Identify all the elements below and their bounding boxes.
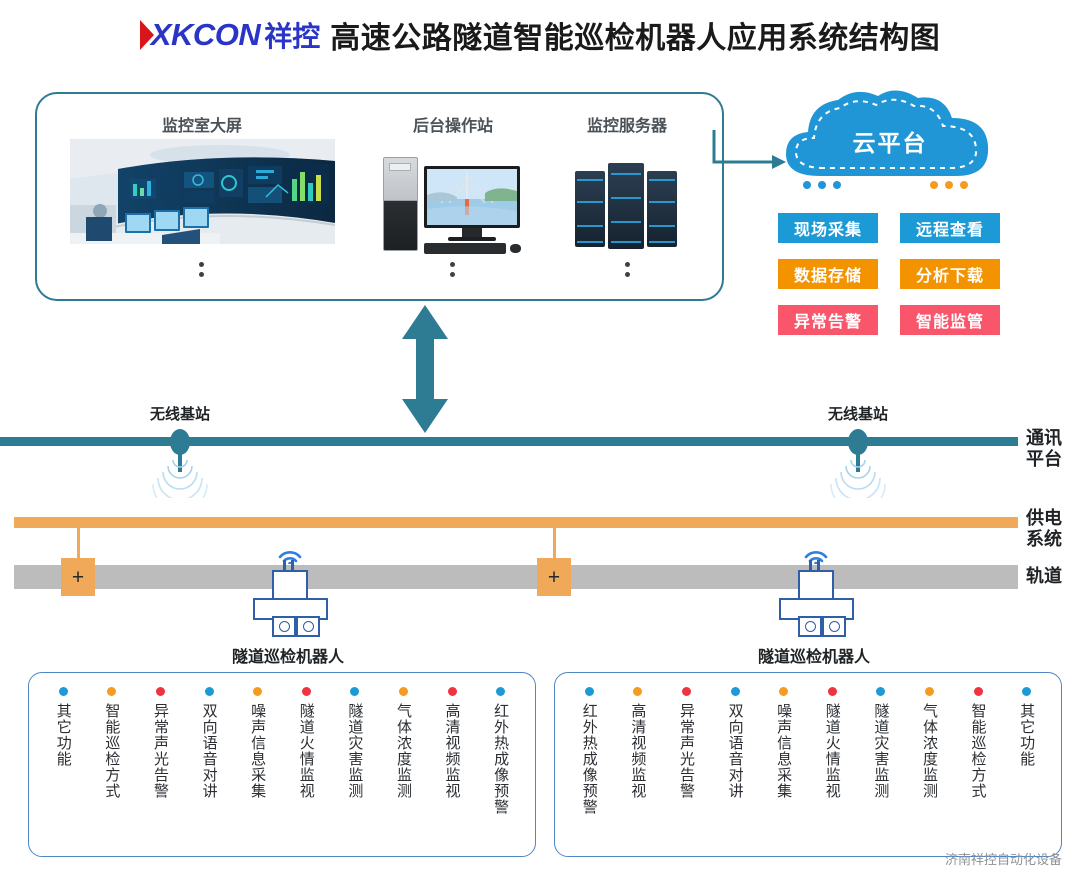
- feature-box-right: 红外热成像预警 高清视频监视 异常声光告警 双向语音对讲 噪声信息采集 隧道火情…: [554, 672, 1062, 857]
- tag-smart-supervision[interactable]: 智能监管: [900, 305, 1000, 335]
- robot-camera-1a: [272, 616, 296, 637]
- feature-item[interactable]: 其它功能: [1008, 687, 1046, 767]
- cloud-platform-label: 云平台: [852, 130, 928, 156]
- tag-data-storage[interactable]: 数据存储: [778, 259, 878, 289]
- track-rail: [14, 565, 1018, 589]
- feature-item[interactable]: 智能巡检方式: [959, 687, 997, 799]
- mouse-icon: [510, 244, 521, 253]
- monitor-base-icon: [448, 237, 496, 241]
- desktop-monitor-icon: [424, 166, 520, 228]
- tower-drive-slot-icon: [389, 163, 411, 171]
- robot-camera-2b: [822, 616, 846, 637]
- feature-dot-icon: [1022, 687, 1032, 696]
- desktop-tower-icon: [383, 157, 418, 251]
- track-rail-label: 轨道: [1026, 566, 1062, 586]
- feature-item[interactable]: 异常声光告警: [667, 687, 705, 799]
- feature-dot-icon: [681, 687, 691, 696]
- feature-item[interactable]: 气体浓度监测: [384, 687, 422, 799]
- feature-box-left: 其它功能 智能巡检方式 异常声光告警 双向语音对讲 噪声信息采集 隧道火情监视 …: [28, 672, 536, 857]
- feature-dot-icon: [876, 687, 886, 696]
- footer-watermark: 济南祥控自动化设备: [944, 852, 1062, 867]
- page-title: 高速公路隧道智能巡检机器人应用系统结构图: [330, 22, 941, 55]
- feature-dot-icon: [253, 687, 263, 696]
- base-station-signal-icon-2: [830, 459, 886, 498]
- logo-wordmark-cn: 祥控: [264, 21, 321, 52]
- workstation-dots: [450, 262, 455, 277]
- base-station-signal-icon-1: [152, 459, 208, 498]
- feature-dot-icon: [301, 687, 311, 696]
- control-room-illustration: [70, 139, 335, 244]
- feature-item[interactable]: 双向语音对讲: [190, 687, 228, 799]
- feature-dot-icon: [155, 687, 165, 696]
- feature-dot-icon: [447, 687, 457, 696]
- cloud-dots-left: [803, 181, 841, 189]
- feature-dot-icon: [58, 687, 68, 696]
- robot-label-2: 隧道巡检机器人: [757, 649, 870, 666]
- feature-item[interactable]: 异常声光告警: [141, 687, 179, 799]
- feature-item[interactable]: 红外热成像预警: [482, 687, 520, 815]
- page-header: XKCON 祥控 高速公路隧道智能巡检机器人应用系统结构图: [0, 12, 1080, 58]
- brand-logo: XKCON 祥控: [139, 15, 321, 55]
- feature-item[interactable]: 智能巡检方式: [93, 687, 131, 799]
- power-rail-label: 供电 系统: [1026, 508, 1062, 549]
- junction-box-1: +: [61, 558, 95, 596]
- tag-onsite-collection[interactable]: 现场采集: [778, 213, 878, 243]
- feature-item[interactable]: 高清视频监视: [433, 687, 471, 799]
- bidirectional-arrow: [402, 305, 448, 433]
- feature-dot-icon: [827, 687, 837, 696]
- base-station-label-2: 无线基站: [827, 406, 888, 423]
- monitor-wallpaper: [427, 169, 517, 225]
- robot-label-1: 隧道巡检机器人: [231, 649, 344, 666]
- feature-item[interactable]: 隧道灾害监测: [862, 687, 900, 799]
- feature-item[interactable]: 隧道火情监视: [813, 687, 851, 799]
- bigscreen-label: 监控室大屏: [161, 118, 242, 135]
- feature-dot-icon: [398, 687, 408, 696]
- feature-item[interactable]: 其它功能: [44, 687, 82, 767]
- cloud-capability-tags: 现场采集 远程查看 数据存储 分析下载 异常告警 智能监管: [778, 213, 1000, 335]
- cloud-platform: 云平台: [780, 88, 1000, 183]
- feature-dot-icon: [350, 687, 360, 696]
- feature-dot-icon: [730, 687, 740, 696]
- base-station-label-1: 无线基站: [149, 406, 210, 423]
- logo-wordmark: XKCON: [150, 17, 261, 52]
- feature-item[interactable]: 气体浓度监测: [910, 687, 948, 799]
- tag-remote-view[interactable]: 远程查看: [900, 213, 1000, 243]
- feature-dot-icon: [107, 687, 117, 696]
- feature-item[interactable]: 隧道灾害监测: [336, 687, 374, 799]
- feature-item[interactable]: 高清视频监视: [619, 687, 657, 799]
- keyboard-icon: [424, 243, 506, 254]
- feature-dot-icon: [779, 687, 789, 696]
- robot-camera-2a: [798, 616, 822, 637]
- feature-item[interactable]: 双向语音对讲: [716, 687, 754, 799]
- feature-item[interactable]: 噪声信息采集: [239, 687, 277, 799]
- feature-item[interactable]: 红外热成像预警: [570, 687, 608, 815]
- tag-abnormal-alarm[interactable]: 异常告警: [778, 305, 878, 335]
- server-label: 监控服务器: [586, 118, 667, 135]
- feature-dot-icon: [924, 687, 934, 696]
- bigscreen-dots: [199, 262, 204, 277]
- feature-dot-icon: [584, 687, 594, 696]
- server-rack-icon: [575, 163, 681, 249]
- feature-dot-icon: [204, 687, 214, 696]
- control-room-video-wall-icon: [70, 139, 335, 244]
- server-dots: [625, 262, 630, 277]
- feature-dot-icon: [633, 687, 643, 696]
- feature-item[interactable]: 隧道火情监视: [287, 687, 325, 799]
- robot-camera-1b: [296, 616, 320, 637]
- wifi-icon-robot-2: [804, 551, 828, 564]
- cloud-dots-right: [930, 181, 968, 189]
- feature-item[interactable]: 噪声信息采集: [765, 687, 803, 799]
- wifi-icon-robot-1: [278, 551, 302, 564]
- communication-rail-label: 通讯 平台: [1026, 428, 1062, 469]
- feature-dot-icon: [973, 687, 983, 696]
- power-rail: [14, 517, 1018, 528]
- tag-analysis-download[interactable]: 分析下载: [900, 259, 1000, 289]
- feature-dot-icon: [496, 687, 506, 696]
- workstation-label: 后台操作站: [412, 118, 493, 135]
- junction-box-2: +: [537, 558, 571, 596]
